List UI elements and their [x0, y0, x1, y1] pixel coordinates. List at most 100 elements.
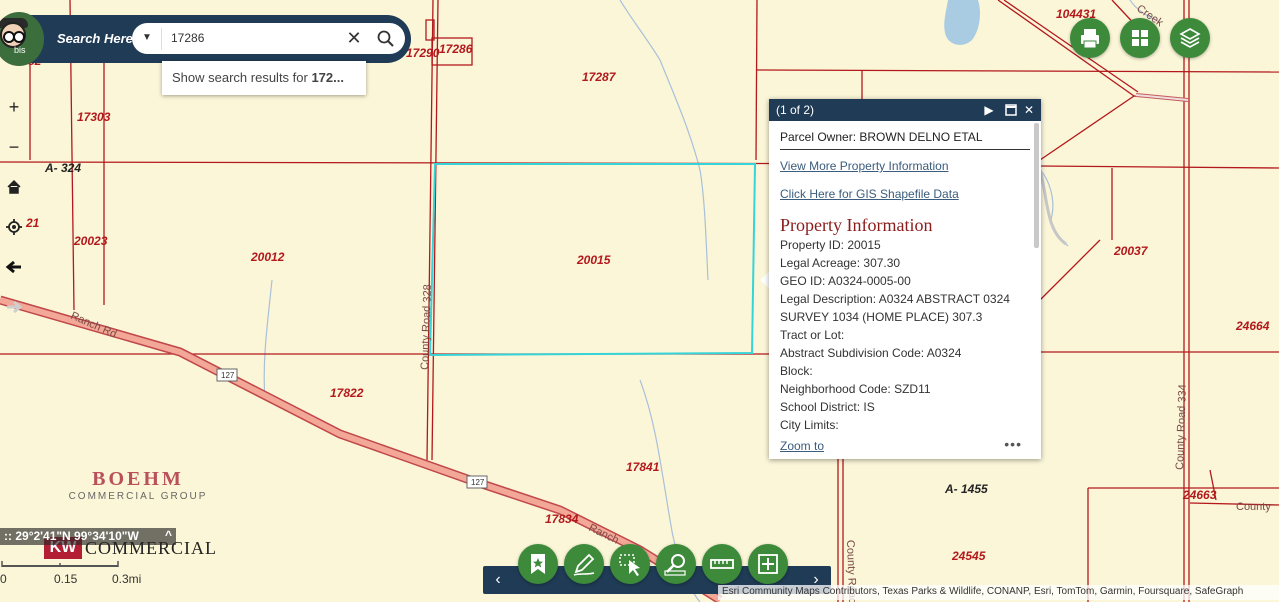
parcel-label: 21	[25, 216, 40, 230]
parcel-label: 17303	[77, 110, 111, 124]
print-icon	[1081, 29, 1099, 49]
field-label: Neighborhood Code:	[780, 382, 895, 396]
query-button[interactable]	[656, 544, 696, 584]
popup-scrollbar[interactable]	[1034, 123, 1039, 248]
previous-extent-button[interactable]	[2, 255, 26, 279]
popup-header: (1 of 2) ▶ ✕	[769, 99, 1041, 121]
field-label: City Limits:	[780, 418, 839, 432]
field-label: Property ID:	[780, 238, 848, 252]
close-icon: ✕	[346, 28, 362, 48]
add-data-button[interactable]	[748, 544, 788, 584]
measurement-button[interactable]	[702, 544, 742, 584]
search-icon	[377, 30, 394, 47]
parcel-label: 17286	[439, 42, 473, 56]
parcel-label: 17290	[406, 46, 440, 60]
basemap-gallery-button[interactable]	[1120, 18, 1160, 58]
caret-down-icon: ▼	[142, 32, 152, 43]
suggestion-term: 172...	[311, 70, 344, 85]
parcel-label: 17834	[545, 512, 579, 526]
zoom-out-icon: −	[8, 137, 20, 157]
zoom-to-link[interactable]: Zoom to	[780, 439, 824, 453]
zoom-out-button[interactable]: −	[2, 135, 26, 159]
field-value: A0324 ABSTRACT 0324	[878, 292, 1010, 306]
parcel-label: 17287	[582, 70, 617, 84]
property-field-row: Abstract Subdivision Code: A0324	[780, 344, 1030, 362]
select-icon	[619, 554, 640, 576]
popup-footer: Zoom to •••	[780, 436, 1030, 453]
property-field-row: Legal Description: A0324 ABSTRACT 0324	[780, 290, 1030, 308]
field-label: Legal Description:	[780, 292, 879, 306]
field-value: SURVEY 1034 (HOME PLACE) 307.3	[780, 310, 983, 324]
add-data-icon	[758, 554, 778, 574]
popup-next-button[interactable]: ▶	[981, 101, 997, 119]
property-field-row: Property ID: 20015	[780, 236, 1030, 254]
property-field-row: Tract or Lot:	[780, 326, 1030, 344]
logo-text: bis	[14, 45, 26, 55]
draw-button[interactable]	[564, 544, 604, 584]
scale-label-0: 0	[0, 572, 7, 586]
property-field-row: School District: IS	[780, 398, 1030, 416]
popup-counter: (1 of 2)	[776, 103, 815, 117]
draw-icon	[573, 553, 595, 576]
field-value: SZD11	[894, 382, 931, 396]
search-button[interactable]	[375, 28, 397, 50]
next-extent-button[interactable]	[2, 295, 26, 319]
grid-icon	[1132, 30, 1148, 46]
property-fields: Property ID: 20015 Legal Acreage: 307.30 G…	[780, 236, 1030, 434]
parcel-label: 24545	[951, 549, 986, 563]
chevron-up-icon[interactable]: ^	[165, 528, 172, 542]
bookmarks-button[interactable]	[518, 544, 558, 584]
parcel-popup: (1 of 2) ▶ ✕ Parcel Owner: BROWN DELNO E…	[769, 99, 1041, 459]
popup-close-button[interactable]: ✕	[1021, 101, 1037, 119]
route-shield-127-a: 127	[221, 371, 235, 380]
owner-value: BROWN DELNO ETAL	[859, 130, 983, 144]
clear-search-button[interactable]: ✕	[344, 29, 364, 49]
scale-bar-graphic	[1, 561, 119, 567]
parcel-label: 20012	[250, 250, 285, 264]
search-source-dropdown[interactable]: ▼	[139, 28, 155, 48]
more-actions-icon[interactable]: •••	[1004, 436, 1022, 452]
toolbar-prev-button[interactable]: ‹	[488, 570, 508, 590]
locate-button[interactable]	[2, 215, 26, 239]
route-shield-127-b: 127	[471, 478, 485, 487]
property-field-row: Legal Acreage: 307.30	[780, 254, 1030, 272]
parcel-label: 17822	[330, 386, 364, 400]
field-value: 307.30	[863, 256, 901, 270]
zoom-in-button[interactable]: +	[2, 95, 26, 119]
play-icon: ▶	[984, 103, 994, 117]
field-label: Block:	[780, 364, 813, 378]
property-field-row: Block:	[780, 362, 1030, 380]
parcel-label: 20023	[73, 234, 108, 248]
forward-icon	[7, 300, 23, 314]
view-more-property-link[interactable]: View More Property Information	[780, 159, 1030, 173]
parcel-label: 17841	[626, 460, 660, 474]
field-value: IS	[863, 400, 875, 414]
coordinate-readout[interactable]: :: 29°2'41"N 99°34'10"W ^	[0, 528, 176, 545]
search-label: Search Here:	[57, 31, 138, 46]
parcel-label: 24663	[1182, 488, 1217, 502]
print-button[interactable]	[1070, 18, 1110, 58]
select-button[interactable]	[610, 544, 650, 584]
layer-list-button[interactable]	[1170, 18, 1210, 58]
parcel-owner: Parcel Owner: BROWN DELNO ETAL	[780, 130, 1030, 150]
boehm-logo-line2: COMMERCIAL GROUP	[68, 491, 208, 502]
field-label: School District:	[780, 400, 864, 414]
field-value: A0324-0005-00	[828, 274, 911, 288]
parcel-label: 20015	[576, 253, 611, 267]
property-field-row: GEO ID: A0324-0005-00	[780, 272, 1030, 290]
locate-icon	[6, 219, 22, 235]
boehm-logo-line1: BOEHM	[92, 468, 184, 490]
zoom-in-icon: +	[8, 97, 20, 117]
map-attribution: Esri Community Maps Contributors, Texas …	[718, 585, 1279, 600]
owner-label: Parcel Owner:	[780, 130, 860, 144]
home-button[interactable]	[2, 175, 26, 199]
search-input[interactable]	[171, 26, 331, 50]
field-label: Tract or Lot:	[780, 328, 845, 342]
search-suggestion[interactable]: Show search results for 172...	[162, 61, 366, 95]
close-icon: ✕	[1023, 103, 1035, 117]
boehm-logo: BOEHM COMMERCIAL GROUP	[68, 468, 208, 502]
gis-shapefile-link[interactable]: Click Here for GIS Shapefile Data	[780, 187, 1030, 201]
property-field-row: SURVEY 1034 (HOME PLACE) 307.3	[780, 308, 1030, 326]
popup-maximize-button[interactable]	[1003, 101, 1019, 119]
coordinate-text: 29°2'41"N 99°34'10"W	[15, 529, 139, 543]
